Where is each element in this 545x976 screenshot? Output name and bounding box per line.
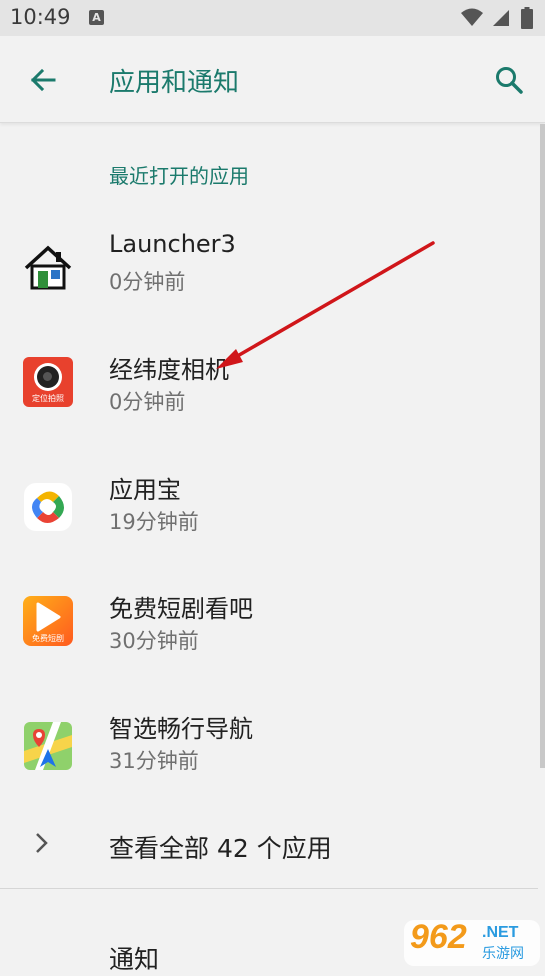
- map-navigation-icon: [24, 722, 72, 770]
- scrollbar[interactable]: [540, 124, 545, 768]
- list-item-gps-camera[interactable]: 定位拍照 经纬度相机 0分钟前: [0, 330, 538, 442]
- app-last-used: 0分钟前: [109, 390, 186, 414]
- app-name: 免费短剧看吧: [109, 595, 253, 623]
- app-last-used: 30分钟前: [109, 629, 199, 653]
- app-name: 应用宝: [109, 476, 181, 504]
- list-item-navigation[interactable]: 智选畅行导航 31分钟前: [0, 689, 538, 801]
- play-app-icon: 免费短剧: [23, 596, 73, 646]
- app-last-used: 0分钟前: [109, 270, 186, 294]
- watermark-number: 962: [410, 918, 467, 956]
- watermark-sub: 乐游网: [482, 946, 524, 962]
- see-all-apps-button[interactable]: 查看全部 42 个应用: [0, 800, 538, 886]
- watermark-logo: 962 .NET 乐游网: [404, 918, 540, 966]
- app-last-used: 19分钟前: [109, 510, 199, 534]
- see-all-apps-label: 查看全部 42 个应用: [109, 834, 332, 863]
- arrow-back-icon[interactable]: [26, 63, 60, 97]
- list-item-launcher3[interactable]: Launcher3 0分钟前: [0, 210, 538, 322]
- icon-caption: 定位拍照: [32, 394, 64, 403]
- signal-icon: [493, 10, 509, 26]
- app-name: 经纬度相机: [109, 356, 229, 384]
- app-name: Launcher3: [109, 230, 236, 258]
- divider: [0, 888, 538, 889]
- icon-caption: 免费短剧: [32, 634, 64, 643]
- watermark-suffix: .NET: [482, 924, 519, 941]
- recent-apps-header: 最近打开的应用: [109, 164, 249, 188]
- yingyongbao-icon: [24, 483, 72, 531]
- house-icon: [24, 245, 72, 290]
- notifications-item[interactable]: 通知: [109, 940, 159, 976]
- chevron-right-icon: [36, 833, 48, 853]
- app-name: 智选畅行导航: [109, 715, 253, 743]
- app-bar: 应用和通知: [0, 36, 545, 123]
- battery-icon: [521, 7, 533, 29]
- list-item-yingyongbao[interactable]: 应用宝 19分钟前: [0, 450, 538, 562]
- search-icon[interactable]: [492, 63, 526, 97]
- status-time: 10:49: [10, 5, 71, 29]
- notification-a-icon: A: [89, 10, 104, 25]
- list-item-free-drama[interactable]: 免费短剧 免费短剧看吧 30分钟前: [0, 569, 538, 681]
- camera-app-icon: 定位拍照: [23, 357, 73, 407]
- page-title: 应用和通知: [109, 68, 240, 98]
- wifi-icon: [461, 8, 483, 26]
- status-icons: [461, 7, 533, 29]
- app-last-used: 31分钟前: [109, 749, 199, 773]
- status-bar: 10:49 A: [0, 0, 545, 36]
